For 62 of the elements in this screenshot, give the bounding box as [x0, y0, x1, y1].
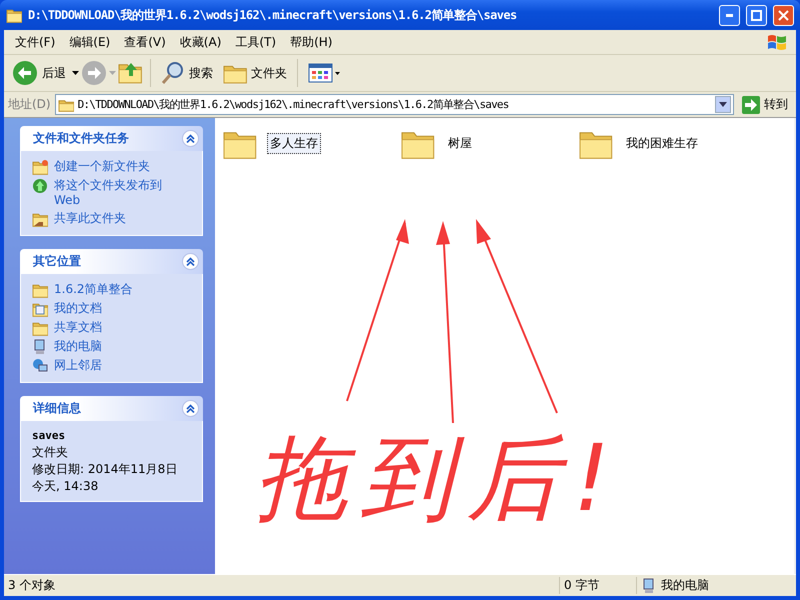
- folder-icon: [32, 159, 48, 175]
- menu-item[interactable]: 帮助(H): [283, 32, 340, 52]
- location-label: 我的电脑: [661, 577, 709, 594]
- view-grid-icon: [308, 62, 340, 84]
- folder-item[interactable]: 多人生存: [223, 126, 401, 160]
- panel-title: 其它位置: [33, 253, 81, 270]
- handwritten-annotation: 拖到后!: [255, 433, 624, 525]
- chevron-up-icon: [186, 257, 195, 266]
- go-button[interactable]: 转到: [738, 96, 792, 114]
- menu-item[interactable]: 收藏(A): [172, 32, 228, 52]
- maximize-icon: [751, 10, 762, 20]
- minimize-icon: [726, 14, 733, 16]
- folder-item[interactable]: 树屋: [401, 126, 579, 160]
- folder-icon: [32, 282, 48, 298]
- folder-icon: [6, 7, 22, 23]
- back-button[interactable]: 后退: [8, 58, 70, 88]
- collapse-button[interactable]: [182, 400, 199, 417]
- object-count: 3 个对象: [7, 577, 56, 594]
- task-link[interactable]: 创建一个新文件夹: [32, 159, 192, 175]
- task-link[interactable]: 共享此文件夹: [32, 211, 192, 227]
- dropdown-caret-icon[interactable]: [719, 102, 727, 107]
- menu-item[interactable]: 编辑(E): [62, 32, 118, 52]
- document-folder-icon: [32, 301, 48, 317]
- folder-icon: [32, 320, 48, 336]
- task-link[interactable]: 将这个文件夹发布到 Web: [32, 178, 192, 208]
- task-link[interactable]: 1.6.2简单整合: [32, 282, 192, 298]
- minimize-button[interactable]: [719, 4, 740, 26]
- window-title: D:\TDDOWNLOAD\我的世界1.6.2\wodsj162\.minecraft\versions\1.6.2简单整合\saves: [28, 6, 518, 24]
- panel-title: 文件和文件夹任务: [33, 130, 129, 147]
- close-icon: [778, 10, 789, 20]
- task-link[interactable]: 我的电脑: [32, 339, 192, 355]
- shared-folder-icon: [32, 211, 48, 227]
- chevron-up-icon: [186, 134, 195, 143]
- folder-item[interactable]: 我的困难生存: [579, 126, 757, 160]
- detail-modified: 修改日期: 2014年11月8日: [32, 462, 178, 476]
- folder-icon: [58, 98, 74, 112]
- globe-icon: [32, 178, 48, 194]
- collapse-button[interactable]: [182, 253, 199, 270]
- detail-time: 今天, 14:38: [32, 479, 100, 493]
- close-button[interactable]: [773, 4, 794, 26]
- task-link[interactable]: 共享文档: [32, 320, 192, 336]
- task-link[interactable]: 网上邻居: [32, 358, 192, 374]
- size-label: 0 字节: [559, 577, 636, 594]
- windows-logo-icon: [766, 32, 788, 52]
- menu-item[interactable]: 文件(F): [8, 32, 62, 52]
- maximize-button[interactable]: [746, 4, 767, 26]
- detail-name: saves: [32, 429, 66, 442]
- search-icon: [161, 61, 185, 85]
- panel-title: 详细信息: [33, 400, 81, 417]
- go-arrow-icon: [742, 96, 760, 114]
- menu-item[interactable]: 查看(V): [117, 32, 173, 52]
- network-icon: [32, 358, 48, 374]
- folders-button[interactable]: 文件夹: [219, 60, 291, 86]
- search-button[interactable]: 搜索: [157, 59, 217, 87]
- chevron-up-icon: [186, 404, 195, 413]
- collapse-button[interactable]: [182, 130, 199, 147]
- task-link[interactable]: 我的文档: [32, 301, 192, 317]
- dropdown-caret-icon[interactable]: [72, 71, 79, 75]
- menu-item[interactable]: 工具(T): [228, 32, 284, 52]
- address-field[interactable]: D:\TDDOWNLOAD\我的世界1.6.2\wodsj162\.minecraft\versions\1.6.2简单整合\saves: [54, 94, 734, 115]
- address-label: 地址(D): [8, 96, 51, 113]
- detail-type: 文件夹: [32, 445, 69, 459]
